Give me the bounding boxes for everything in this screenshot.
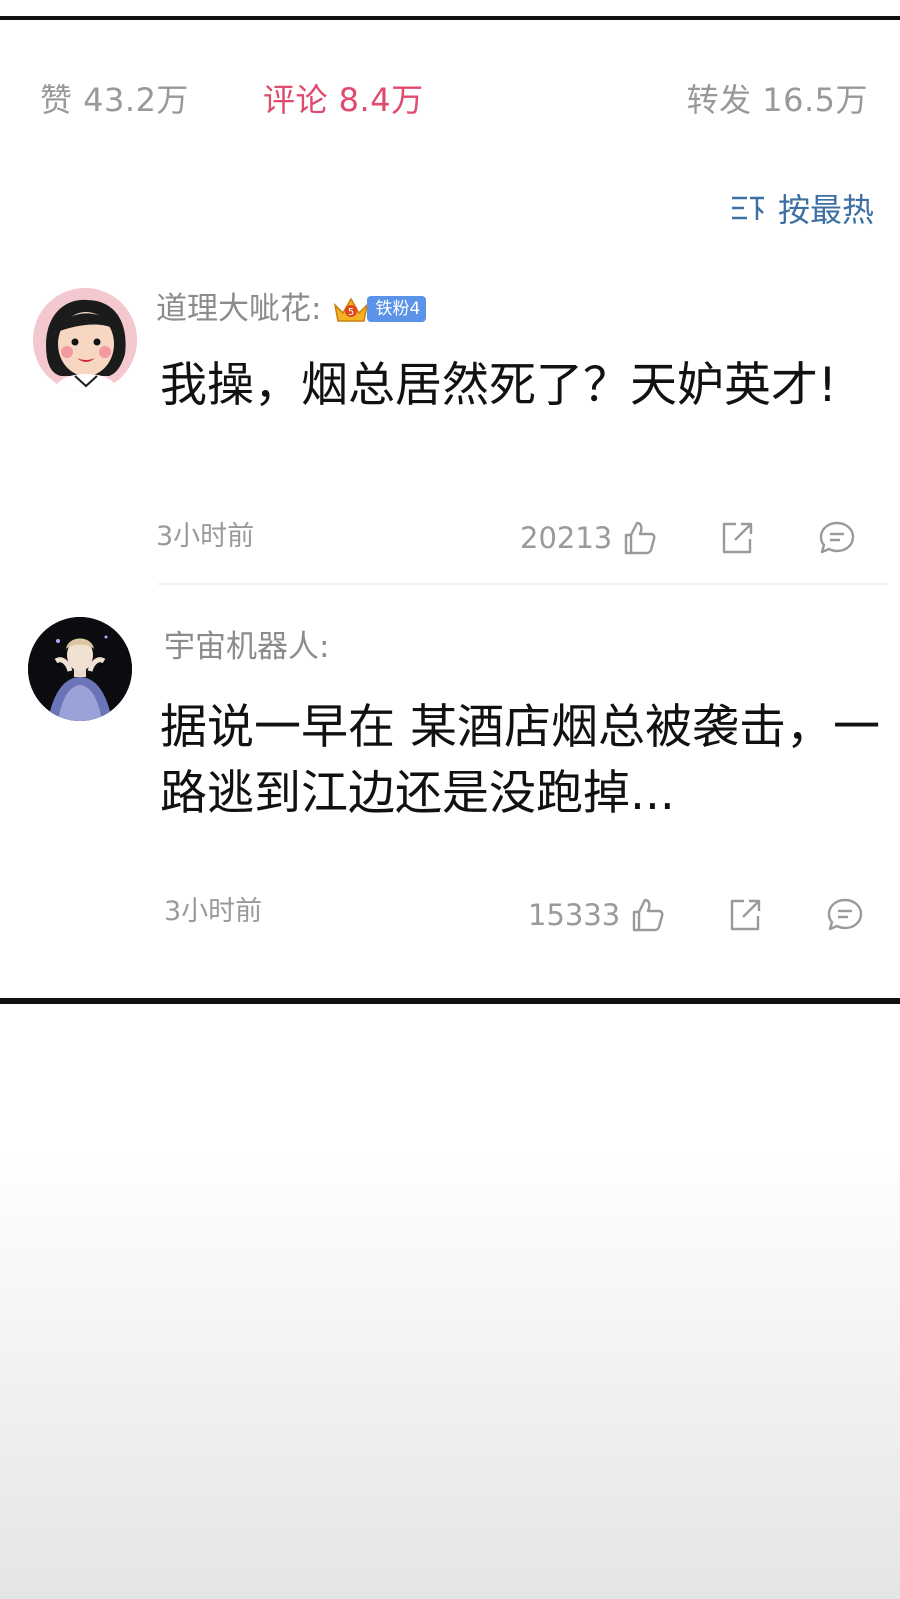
page: 赞 43.2万 评论 8.4万 转发 16.5万 按最热 道理大呲花: 5 铁粉… bbox=[0, 0, 900, 1599]
sort-label: 按最热 bbox=[777, 191, 874, 229]
comment-time: 3小时前 bbox=[164, 896, 263, 927]
avatar[interactable] bbox=[33, 288, 137, 392]
fan-badge: 5 铁粉4 bbox=[331, 293, 427, 325]
crown-icon: 5 bbox=[334, 297, 369, 322]
like-count: 20213 bbox=[520, 521, 613, 555]
likes-tab[interactable]: 赞 43.2万 bbox=[40, 80, 189, 120]
username[interactable]: 道理大呲花: 5 铁粉4 bbox=[156, 289, 427, 329]
badge-label: 铁粉4 bbox=[367, 296, 427, 322]
comments-tab[interactable]: 评论 8.4万 bbox=[263, 80, 424, 120]
reply-bubble-icon[interactable] bbox=[818, 519, 856, 557]
reply-bubble-icon[interactable] bbox=[826, 896, 864, 934]
username[interactable]: 宇宙机器人: bbox=[164, 627, 329, 667]
share-icon[interactable] bbox=[718, 519, 756, 557]
avatar[interactable] bbox=[28, 617, 132, 721]
sort-lines-icon bbox=[731, 196, 764, 220]
thumbs-up-icon[interactable] bbox=[628, 896, 666, 934]
username-text: 道理大呲花: bbox=[156, 291, 322, 327]
comment-time: 3小时前 bbox=[156, 521, 255, 552]
cartoon-woman-avatar-icon bbox=[33, 288, 137, 392]
illustrated-figure-avatar-icon bbox=[28, 617, 132, 721]
bottom-border bbox=[0, 998, 900, 1004]
reposts-tab[interactable]: 转发 16.5万 bbox=[687, 80, 868, 120]
comment-divider bbox=[158, 583, 888, 585]
comment-panel: 赞 43.2万 评论 8.4万 转发 16.5万 按最热 道理大呲花: 5 铁粉… bbox=[0, 20, 900, 998]
thumbs-up-icon[interactable] bbox=[620, 519, 658, 557]
like-count: 15333 bbox=[528, 898, 621, 932]
username-text: 宇宙机器人: bbox=[164, 629, 330, 665]
sort-button[interactable]: 按最热 bbox=[730, 188, 874, 229]
comment-text: 我操，烟总居然死了？天妒英才! bbox=[160, 358, 837, 413]
share-icon[interactable] bbox=[726, 896, 764, 934]
badge-level: 5 bbox=[348, 307, 354, 318]
comment-text: 据说一早在 某酒店烟总被袭击，一路逃到江边还是没跑掉... bbox=[160, 700, 880, 821]
